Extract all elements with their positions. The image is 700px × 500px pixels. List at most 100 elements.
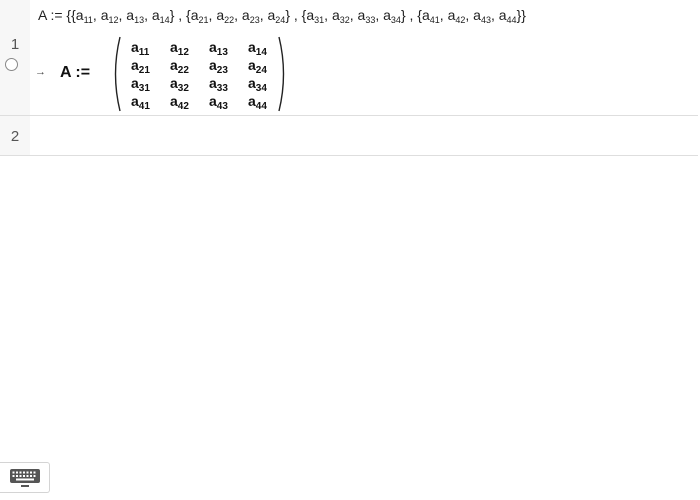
element-subscript: 44 — [255, 101, 267, 112]
matrix-cell: a13 — [202, 38, 241, 58]
matrix-cell: a32 — [163, 74, 202, 94]
row-number: 2 — [10, 128, 20, 145]
separator: , — [259, 7, 268, 23]
element-base: a — [498, 7, 507, 23]
separator: } , { — [285, 7, 307, 23]
row-gutter — [0, 0, 30, 115]
input-element: a43, — [473, 7, 499, 25]
matrix-row: a21 a22 a23 a24 — [124, 56, 280, 76]
element-subscript: 32 — [339, 15, 350, 25]
element-base: a — [170, 75, 178, 91]
element-base: a — [241, 7, 250, 23]
element-subscript: 41 — [138, 101, 150, 112]
separator: , — [234, 7, 242, 23]
element-base: a — [170, 39, 178, 55]
element-subscript: 41 — [429, 15, 440, 25]
element-subscript: 42 — [177, 101, 189, 112]
input-prefix: A := {{ — [38, 7, 76, 23]
element-subscript: 34 — [390, 15, 401, 25]
element-subscript: 12 — [108, 15, 119, 25]
element-subscript: 21 — [198, 15, 209, 25]
input-element: a22, — [216, 7, 242, 25]
element-base: a — [421, 7, 430, 23]
input-element: a13, — [126, 7, 152, 25]
matrix-cell: a31 — [124, 74, 163, 94]
element-base: a — [306, 7, 315, 23]
separator: , — [375, 7, 384, 23]
separator: } , { — [169, 7, 191, 23]
element-base: a — [248, 39, 256, 55]
element-base: a — [190, 7, 199, 23]
element-base: a — [248, 75, 256, 91]
left-paren-icon — [114, 36, 121, 112]
element-base: a — [248, 93, 256, 109]
output-arrow-icon: → — [35, 66, 46, 78]
separator: } , { — [400, 7, 422, 23]
element-subscript: 13 — [134, 15, 145, 25]
element-base: a — [209, 57, 217, 73]
matrix-cell: a44 — [241, 92, 280, 112]
matrix-cell: a41 — [124, 92, 163, 112]
element-base: a — [126, 7, 135, 23]
input-element: a14} , { — [151, 7, 191, 25]
matrix-cell: a43 — [202, 92, 241, 112]
element-subscript: 22 — [224, 15, 235, 25]
matrix-row: a31 a32 a33 a34 — [124, 74, 280, 94]
input-element: a12, — [101, 7, 127, 25]
element-subscript: 14 — [159, 15, 170, 25]
keyboard-button[interactable] — [0, 462, 50, 493]
row-number: 1 — [10, 36, 20, 53]
separator: , — [144, 7, 152, 23]
element-base: a — [170, 93, 178, 109]
matrix-cell: a21 — [124, 56, 163, 76]
matrix-row: a41 a42 a43 a44 — [124, 92, 280, 112]
element-base: a — [248, 57, 256, 73]
element-subscript: 23 — [249, 15, 260, 25]
element-base: a — [131, 93, 139, 109]
element-base: a — [331, 7, 340, 23]
input-element: a33, — [358, 7, 384, 25]
keyboard-icon — [10, 469, 40, 487]
input-element: a11, — [75, 7, 101, 25]
circle-toggle-icon[interactable] — [5, 58, 18, 71]
element-base: a — [473, 7, 481, 23]
element-base: a — [216, 7, 225, 23]
matrix-cell: a24 — [241, 56, 280, 76]
element-base: a — [75, 7, 84, 23]
element-subscript: 11 — [83, 15, 93, 25]
element-base: a — [170, 57, 178, 73]
matrix-cell: a11 — [124, 38, 163, 58]
separator: , — [349, 7, 358, 23]
cas-row-2[interactable]: 2 — [0, 116, 698, 156]
input-element: a31, — [306, 7, 332, 25]
right-paren-icon — [278, 36, 285, 112]
cas-input-1[interactable]: A := {{a11, a12, a13, a14} , {a21, a22, … — [38, 7, 526, 25]
element-base: a — [209, 75, 217, 91]
element-subscript: 24 — [275, 15, 286, 25]
input-element: a24} , { — [268, 7, 307, 25]
input-element: a41, — [421, 7, 448, 25]
input-element: a21, — [190, 7, 217, 25]
element-base: a — [151, 7, 160, 23]
element-base: a — [209, 93, 217, 109]
element-base: a — [131, 75, 139, 91]
matrix-cell: a12 — [163, 38, 202, 58]
separator: }} — [516, 7, 526, 23]
element-base: a — [131, 57, 139, 73]
separator: , — [92, 7, 101, 23]
input-cells: a11, a12, a13, a14} , {a21, a22, a23, a2… — [75, 7, 526, 25]
matrix-cell: a23 — [202, 56, 241, 76]
output-matrix: a11 a12 a13 a14 a21 a22 a23 a24 a31 a32 a33 a34 a41 a… — [124, 38, 280, 112]
matrix-row: a11 a12 a13 a14 — [124, 38, 280, 58]
cas-row-1[interactable]: 1 A := {{a11, a12, a13, a14} , {a21, a22… — [0, 0, 698, 116]
element-subscript: 43 — [480, 15, 491, 25]
matrix-cell: a33 — [202, 74, 241, 94]
input-element: a34} , { — [383, 7, 422, 25]
input-element: a44}} — [498, 7, 526, 25]
input-element: a23, — [241, 7, 268, 25]
element-base: a — [383, 7, 391, 23]
matrix-cell: a22 — [163, 56, 202, 76]
matrix-cell: a14 — [241, 38, 280, 58]
element-base: a — [209, 39, 217, 55]
element-base: a — [131, 39, 139, 55]
